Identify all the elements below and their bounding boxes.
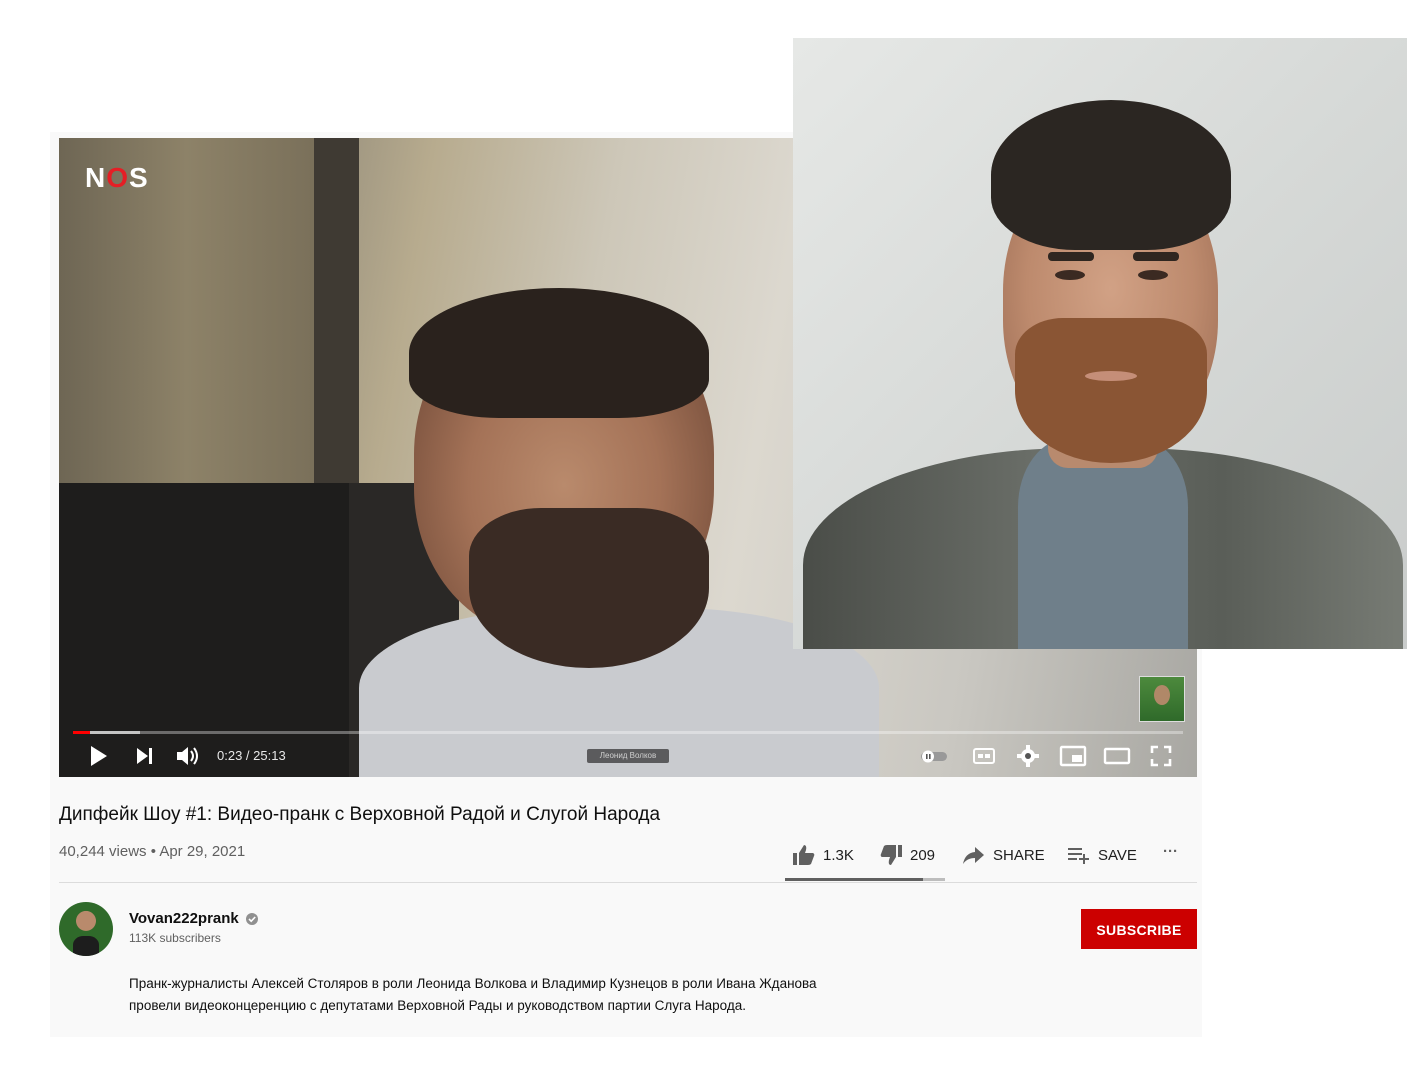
share-label: SHARE — [993, 846, 1045, 864]
portrait-left-brow — [1048, 252, 1094, 261]
more-actions-icon[interactable]: ··· — [1163, 843, 1178, 860]
save-label: SAVE — [1098, 846, 1137, 864]
views-and-date: 40,244 views • Apr 29, 2021 — [59, 843, 246, 860]
share-arrow-icon — [963, 847, 984, 864]
save-button[interactable]: SAVE — [1066, 843, 1137, 867]
player-controls: 0:23 / 25:13 Леонид Волков — [59, 738, 1197, 777]
portrait-photo — [793, 38, 1407, 649]
portrait-mouth — [1085, 371, 1137, 381]
progress-bar[interactable] — [73, 731, 1183, 734]
portrait-hair — [991, 100, 1231, 250]
verified-check-icon — [245, 912, 258, 925]
miniplayer-icon[interactable] — [1059, 744, 1087, 768]
next-icon[interactable] — [135, 744, 155, 768]
volume-icon[interactable] — [175, 744, 201, 768]
share-button[interactable]: SHARE — [961, 843, 1045, 867]
time-display: 0:23 / 25:13 — [217, 748, 286, 763]
dislike-count: 209 — [910, 846, 936, 864]
subscribe-button[interactable]: SUBSCRIBE — [1081, 909, 1197, 949]
channel-name-row: Vovan222prank — [129, 910, 259, 927]
like-count: 1.3K — [823, 846, 854, 864]
video-title: Дипфейк Шоу #1: Видео-пранк с Верховной … — [59, 804, 661, 825]
channel-watermark-thumbnail[interactable] — [1139, 676, 1185, 722]
video-description: Пранк-журналисты Алексей Столяров в роли… — [129, 976, 817, 1013]
autoplay-toggle-icon[interactable] — [919, 744, 949, 768]
portrait-shirt — [1018, 438, 1188, 649]
channel-name[interactable]: Vovan222prank — [129, 910, 239, 927]
like-ratio-fill — [785, 878, 923, 881]
portrait-beard — [1015, 318, 1207, 463]
video-person-hair — [409, 288, 709, 418]
channel-avatar[interactable] — [59, 902, 113, 956]
subtitles-icon[interactable] — [972, 744, 996, 768]
portrait-left-eye — [1055, 270, 1085, 280]
portrait-right-eye — [1138, 270, 1168, 280]
chapter-label[interactable]: Леонид Волков — [587, 749, 669, 763]
dislike-button[interactable]: 209 — [878, 843, 935, 867]
fullscreen-icon[interactable] — [1149, 744, 1173, 768]
like-dislike-ratio-bar — [785, 878, 945, 881]
portrait-right-brow — [1133, 252, 1179, 261]
playlist-add-icon — [1068, 848, 1089, 864]
progress-played — [73, 731, 90, 734]
play-icon[interactable] — [89, 744, 109, 768]
video-person-beard — [469, 508, 709, 668]
divider — [59, 882, 1197, 883]
subscriber-count: 113K subscribers — [129, 931, 221, 945]
theater-mode-icon[interactable] — [1103, 744, 1131, 768]
like-button[interactable]: 1.3K — [791, 843, 854, 867]
thumbs-down-icon — [880, 845, 902, 865]
nos-watermark-logo: NOS — [85, 162, 149, 193]
settings-icon[interactable] — [1016, 744, 1040, 768]
thumbs-up-icon — [793, 845, 815, 865]
